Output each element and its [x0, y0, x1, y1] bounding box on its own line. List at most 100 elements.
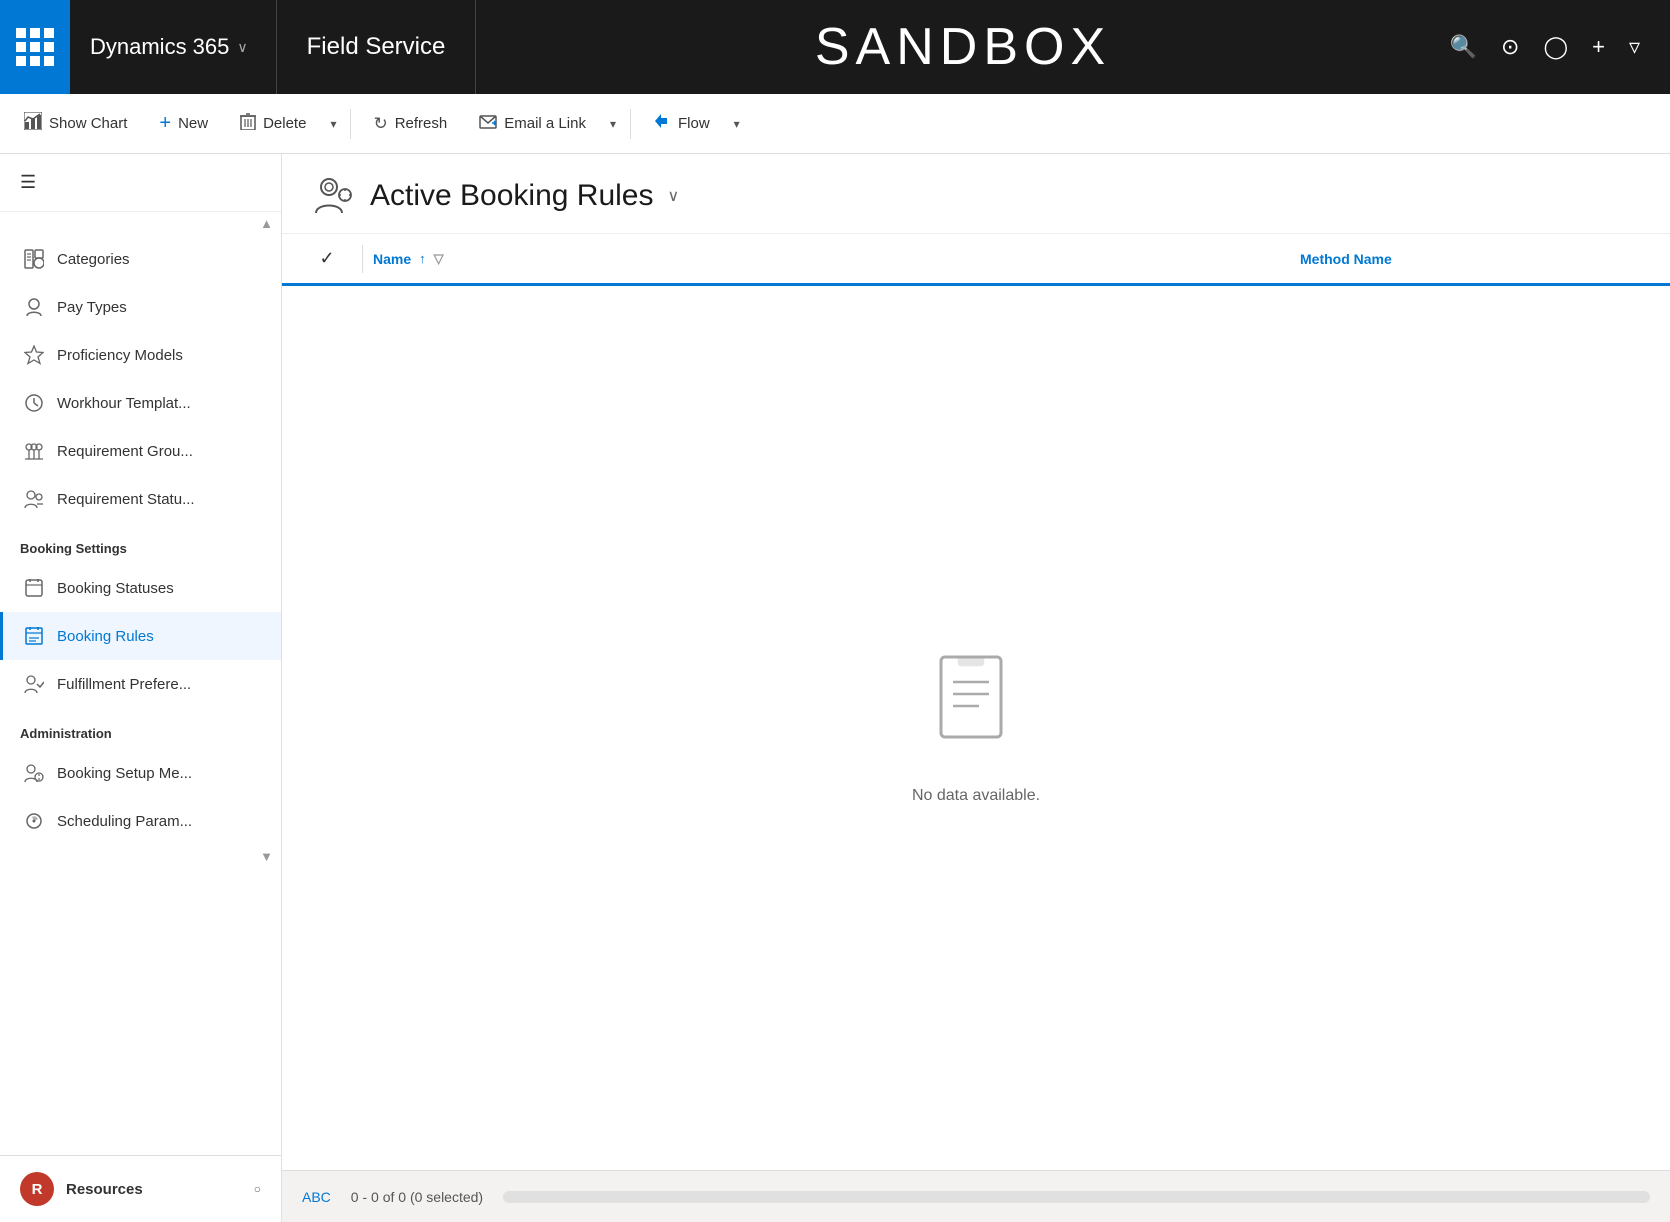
refresh-label: Refresh [395, 115, 448, 132]
pay-types-icon [23, 296, 45, 318]
new-icon: + [159, 112, 171, 135]
col-method-label: Method Name [1300, 251, 1392, 267]
booking-setup-label: Booking Setup Me... [57, 765, 192, 782]
pay-types-label: Pay Types [57, 299, 127, 316]
col-divider-1 [362, 245, 363, 273]
filter-icon[interactable]: ▿ [1629, 34, 1640, 60]
search-icon[interactable]: 🔍 [1450, 34, 1477, 60]
content-header: Active Booking Rules ∨ [282, 154, 1670, 234]
delete-button[interactable]: Delete [226, 104, 320, 143]
content-area: Active Booking Rules ∨ ✓ Name ↑ ▽ Method… [282, 154, 1670, 1222]
delete-icon [240, 112, 256, 135]
record-count: 0 - 0 of 0 (0 selected) [351, 1189, 483, 1205]
administration-header: Administration [0, 708, 281, 749]
scheduling-label: Scheduling Param... [57, 813, 192, 830]
show-chart-icon [24, 112, 42, 135]
empty-icon [931, 652, 1021, 771]
nav-icons: 🔍 ⊙ ◯ + ▿ [1450, 34, 1670, 60]
flow-icon [653, 112, 671, 135]
toolbar: Show Chart + New Delete ▾ ↻ Refresh [0, 94, 1670, 154]
refresh-icon: ↻ [373, 114, 387, 134]
sidebar-item-pay-types[interactable]: Pay Types [0, 283, 281, 331]
proficiency-label: Proficiency Models [57, 347, 183, 364]
resources-label: Resources [66, 1181, 242, 1198]
resources-avatar: R [20, 1172, 54, 1206]
add-icon[interactable]: + [1592, 34, 1605, 60]
lightbulb-icon[interactable]: ◯ [1543, 34, 1568, 60]
empty-message: No data available. [912, 787, 1040, 805]
email-link-dropdown[interactable]: ▾ [604, 109, 622, 139]
sidebar-item-booking-setup[interactable]: Booking Setup Me... [0, 749, 281, 797]
module-label: Field Service [307, 33, 446, 61]
waffle-icon [16, 28, 54, 66]
sort-icon[interactable]: ↑ [419, 251, 426, 266]
refresh-button[interactable]: ↻ Refresh [359, 106, 461, 142]
hamburger-button[interactable]: ☰ [0, 154, 281, 212]
table-area: ✓ Name ↑ ▽ Method Name [282, 234, 1670, 1170]
categories-icon [23, 248, 45, 270]
proficiency-icon [23, 344, 45, 366]
delete-dropdown[interactable]: ▾ [324, 109, 342, 139]
booking-statuses-icon [23, 577, 45, 599]
new-label: New [178, 115, 208, 132]
new-button[interactable]: + New [145, 104, 222, 143]
col-method-header[interactable]: Method Name [1300, 251, 1650, 267]
flow-label: Flow [678, 115, 710, 132]
col-name-label: Name [373, 251, 411, 267]
flow-dropdown[interactable]: ▾ [728, 109, 746, 139]
show-chart-label: Show Chart [49, 115, 127, 132]
sidebar-item-req-groups[interactable]: Requirement Grou... [0, 427, 281, 475]
main-layout: ☰ ▲ Categories [0, 154, 1670, 1222]
sidebar-item-req-statuses[interactable]: Requirement Statu... [0, 475, 281, 523]
booking-statuses-label: Booking Statuses [57, 580, 174, 597]
fulfillment-icon [23, 673, 45, 695]
booking-setup-icon [23, 762, 45, 784]
col-name-header[interactable]: Name ↑ ▽ [373, 251, 1300, 267]
module-nav: Field Service [277, 0, 477, 94]
target-icon[interactable]: ⊙ [1501, 34, 1519, 60]
sidebar-item-scheduling[interactable]: Scheduling Param... [0, 797, 281, 845]
title-chevron[interactable]: ∨ [667, 186, 679, 206]
scheduling-icon [23, 810, 45, 832]
email-link-label: Email a Link [504, 115, 586, 132]
select-all-check[interactable]: ✓ [302, 248, 352, 269]
dynamics-nav[interactable]: Dynamics 365 ∨ [70, 0, 277, 94]
resources-nav[interactable]: R Resources ○ [0, 1155, 281, 1222]
sidebar-item-booking-rules[interactable]: Booking Rules [0, 612, 281, 660]
filter-icon[interactable]: ▽ [434, 251, 444, 267]
email-link-button[interactable]: Email a Link [465, 106, 600, 142]
dynamics-label: Dynamics 365 [90, 34, 229, 60]
horizontal-scrollbar[interactable] [503, 1191, 1650, 1203]
sidebar: ☰ ▲ Categories [0, 154, 282, 1222]
table-header: ✓ Name ↑ ▽ Method Name [282, 234, 1670, 286]
delete-label: Delete [263, 115, 306, 132]
abc-button[interactable]: ABC [302, 1189, 331, 1205]
separator-1 [350, 109, 351, 139]
req-groups-icon [23, 440, 45, 462]
separator-2 [630, 109, 631, 139]
sidebar-item-proficiency[interactable]: Proficiency Models [0, 331, 281, 379]
workhour-icon [23, 392, 45, 414]
flow-button[interactable]: Flow [639, 104, 724, 143]
bottom-bar: ABC 0 - 0 of 0 (0 selected) [282, 1170, 1670, 1222]
resources-chevron: ○ [254, 1182, 261, 1196]
sidebar-item-booking-statuses[interactable]: Booking Statuses [0, 564, 281, 612]
fulfillment-label: Fulfillment Prefere... [57, 676, 191, 693]
req-statuses-icon [23, 488, 45, 510]
scroll-up-icon[interactable]: ▲ [260, 216, 273, 231]
page-title: Active Booking Rules [370, 179, 653, 213]
req-groups-label: Requirement Grou... [57, 443, 193, 460]
booking-rules-label: Booking Rules [57, 628, 154, 645]
scroll-down-icon[interactable]: ▼ [260, 849, 273, 864]
sidebar-item-categories[interactable]: Categories [0, 235, 281, 283]
waffle-button[interactable] [0, 0, 70, 94]
email-icon [479, 114, 497, 134]
booking-settings-header: Booking Settings [0, 523, 281, 564]
sidebar-scroll: ▲ Categories [0, 212, 281, 1155]
dynamics-chevron[interactable]: ∨ [237, 39, 247, 56]
categories-label: Categories [57, 251, 130, 268]
workhour-label: Workhour Templat... [57, 395, 191, 412]
sidebar-item-workhour[interactable]: Workhour Templat... [0, 379, 281, 427]
show-chart-button[interactable]: Show Chart [10, 104, 141, 143]
sidebar-item-fulfillment[interactable]: Fulfillment Prefere... [0, 660, 281, 708]
